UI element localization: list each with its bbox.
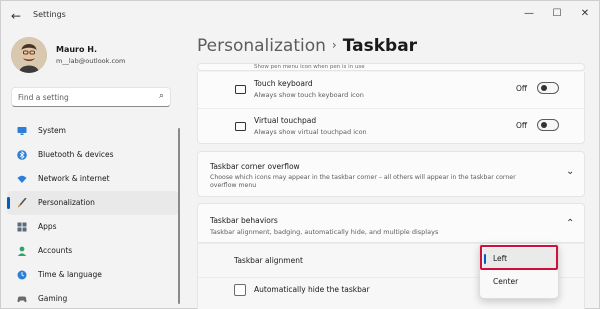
sidebar-item-label: Time & language <box>38 270 102 279</box>
chevron-right-icon: › <box>331 38 337 52</box>
touch-keyboard-toggle[interactable] <box>537 82 559 94</box>
setting-row-virtual-touchpad: Virtual touchpad Always show virtual tou… <box>198 109 586 145</box>
sidebar-item-personalization[interactable]: Personalization <box>7 191 179 215</box>
setting-subtitle: Always show touch keyboard icon <box>254 91 364 99</box>
chevron-down-icon[interactable]: ⌄ <box>566 166 574 177</box>
back-arrow-icon[interactable]: ← <box>7 7 25 25</box>
card-subtitle: Choose which icons may appear in the tas… <box>210 174 516 189</box>
toggle-state-label: Off <box>516 84 528 93</box>
active-indicator <box>7 197 10 209</box>
sidebar-item-gaming[interactable]: Gaming <box>7 287 179 309</box>
virtual-touchpad-toggle[interactable] <box>537 119 559 131</box>
clipped-subtitle: Show pen menu icon when pen is in use <box>254 64 365 70</box>
apps-icon <box>17 222 27 232</box>
setting-label: Automatically hide the taskbar <box>254 285 370 294</box>
breadcrumb-parent[interactable]: Personalization <box>197 36 326 56</box>
toggle-knob <box>540 122 547 128</box>
card-subtitle: Taskbar alignment, badging, automaticall… <box>210 228 439 236</box>
app-title: Settings <box>33 10 66 19</box>
toggle-knob <box>540 85 547 91</box>
bluetooth-icon <box>17 150 27 160</box>
breadcrumb: Personalization › Taskbar <box>197 36 417 56</box>
sidebar-item-label: Bluetooth & devices <box>38 150 114 159</box>
dropdown-option-center[interactable]: Center <box>483 271 557 293</box>
card-title: Taskbar behaviors <box>210 216 278 225</box>
autohide-checkbox[interactable] <box>234 284 246 296</box>
setting-title: Touch keyboard <box>254 79 313 88</box>
sidebar-item-label: Accounts <box>38 246 73 255</box>
minimize-button[interactable]: — <box>516 5 542 23</box>
chevron-up-icon[interactable]: ⌃ <box>566 218 574 229</box>
sidebar-item-label: Personalization <box>38 198 95 207</box>
sidebar-item-system[interactable]: System <box>7 119 179 143</box>
taskbar-icons-card: Touch keyboard Always show touch keyboar… <box>197 72 586 145</box>
brush-icon <box>18 198 27 208</box>
person-icon <box>17 246 27 256</box>
sidebar-item-label: Network & internet <box>38 174 110 183</box>
wifi-icon <box>17 175 27 183</box>
touchpad-icon <box>235 122 246 131</box>
search-box[interactable]: ⌕ <box>11 87 171 107</box>
clipped-setting-row: Show pen menu icon when pen is in use <box>197 63 585 71</box>
option-label: Center <box>493 277 519 286</box>
setting-row-touch-keyboard: Touch keyboard Always show touch keyboar… <box>198 72 586 109</box>
sidebar-scrollbar[interactable] <box>178 128 180 304</box>
setting-subtitle: Always show virtual touchpad icon <box>254 128 367 136</box>
corner-overflow-card[interactable]: Taskbar corner overflow Choose which ico… <box>197 151 585 197</box>
sidebar-item-label: Gaming <box>38 294 68 303</box>
sidebar-item-network[interactable]: Network & internet <box>7 167 179 191</box>
user-email: m__lab@outlook.com <box>56 57 126 65</box>
setting-title: Virtual touchpad <box>254 116 317 125</box>
gamepad-icon <box>17 296 27 303</box>
highlight-annotation-box <box>480 245 558 270</box>
sidebar-item-label: System <box>38 126 66 135</box>
search-icon[interactable]: ⌕ <box>159 91 164 101</box>
avatar[interactable] <box>11 37 47 73</box>
sidebar-nav: System Bluetooth & devices Network & int… <box>7 119 179 309</box>
search-input[interactable] <box>18 91 148 104</box>
sidebar-item-apps[interactable]: Apps <box>7 215 179 239</box>
setting-label: Taskbar alignment <box>234 256 303 265</box>
maximize-button[interactable]: ☐ <box>544 5 570 23</box>
toggle-state-label: Off <box>516 121 528 130</box>
user-name: Mauro H. <box>56 45 98 54</box>
settings-window: ← Settings — ☐ ✕ Mauro H. m__lab@outlook… <box>0 0 600 309</box>
title-bar: ← Settings — ☐ ✕ <box>1 1 600 31</box>
card-title: Taskbar corner overflow <box>210 162 300 171</box>
monitor-icon <box>17 127 27 135</box>
taskbar-behaviors-card[interactable]: Taskbar behaviors Taskbar alignment, bad… <box>197 203 585 243</box>
sidebar-item-accounts[interactable]: Accounts <box>7 239 179 263</box>
page-title: Taskbar <box>342 36 418 56</box>
close-button[interactable]: ✕ <box>572 5 598 23</box>
sidebar-item-label: Apps <box>38 222 57 231</box>
globe-clock-icon <box>17 270 27 280</box>
sidebar-item-bluetooth-devices[interactable]: Bluetooth & devices <box>7 143 179 167</box>
keyboard-icon <box>235 85 246 94</box>
sidebar-item-time-language[interactable]: Time & language <box>7 263 179 287</box>
